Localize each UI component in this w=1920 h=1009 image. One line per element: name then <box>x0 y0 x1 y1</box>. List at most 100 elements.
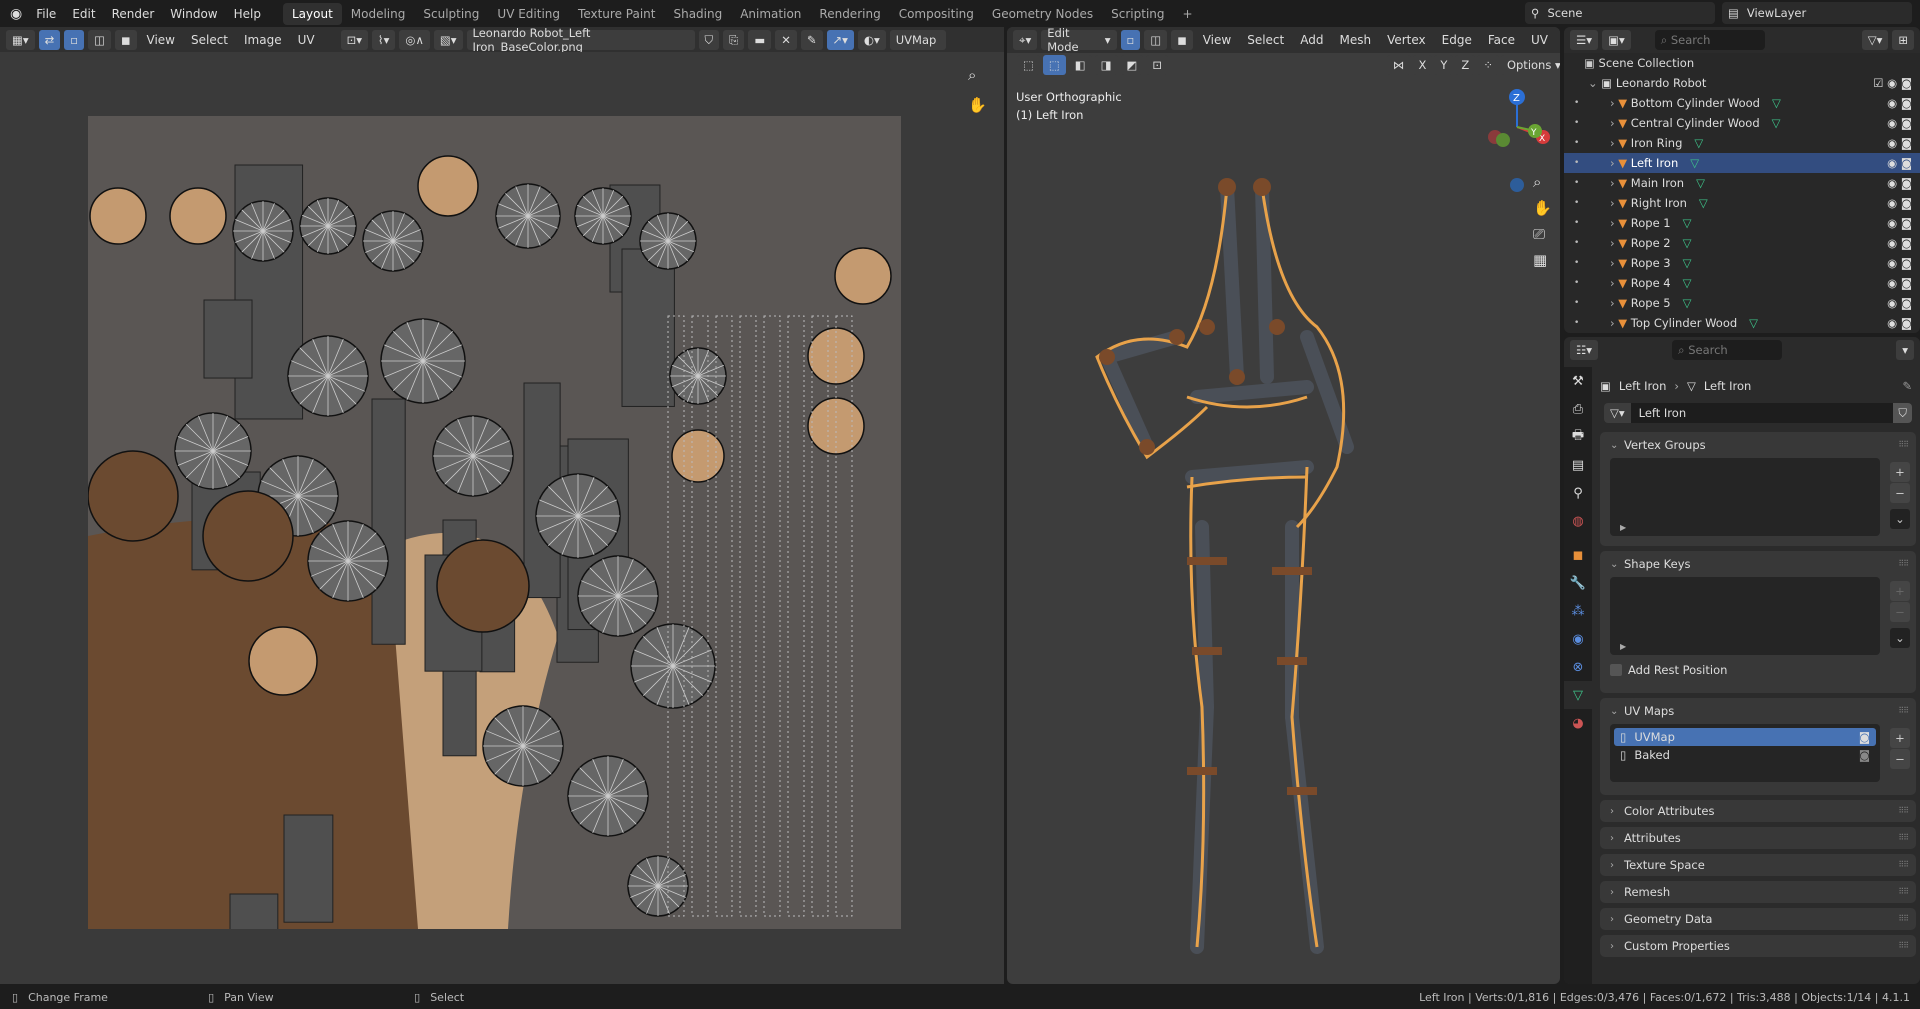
snap-icon[interactable]: ⌇▾ <box>372 30 396 50</box>
outliner-item[interactable]: • › ▼ Rope 4 ▽ ◉ ◙ <box>1564 273 1920 293</box>
visibility-icons[interactable]: ◉ ◙ <box>1887 136 1912 150</box>
outliner-item[interactable]: • › ▼ Left Iron ▽ ◉ ◙ <box>1564 153 1920 173</box>
tab-texture-paint[interactable]: Texture Paint <box>569 3 664 25</box>
tab-rendering[interactable]: Rendering <box>810 3 889 25</box>
uv-map-item[interactable]: ▯ UVMap ◙ <box>1614 728 1876 746</box>
vp-menu-vertex[interactable]: Vertex <box>1381 33 1432 47</box>
tab-sculpting[interactable]: Sculpting <box>414 3 488 25</box>
add-rest-position-checkbox[interactable]: Add Rest Position <box>1600 655 1916 685</box>
tab-shading[interactable]: Shading <box>664 3 731 25</box>
shape-keys-list[interactable]: ▶ <box>1610 577 1880 655</box>
proportional-edit-icon[interactable]: ◎∧ <box>399 30 430 50</box>
expand-icon[interactable]: ▶ <box>1620 523 1626 532</box>
expand-chevron-icon[interactable]: › <box>1610 236 1618 250</box>
visibility-icons[interactable]: ◉ ◙ <box>1887 236 1912 250</box>
add-shape-key-button[interactable]: + <box>1890 581 1910 601</box>
visibility-icons[interactable]: ◉ ◙ <box>1887 316 1912 330</box>
blender-logo-icon[interactable]: ◉ <box>0 6 28 22</box>
vp-menu-edge[interactable]: Edge <box>1436 33 1478 47</box>
menu-help[interactable]: Help <box>226 7 269 21</box>
sync-selection-toggle[interactable]: ⇄ <box>38 30 61 50</box>
select-extend-icon[interactable]: ◧ <box>1068 55 1092 75</box>
auto-merge-icon[interactable]: ⁘ <box>1477 55 1499 75</box>
collapsed-panel[interactable]: › Custom Properties ⠿⠿ <box>1600 935 1916 957</box>
expand-chevron-icon[interactable]: › <box>1610 156 1618 170</box>
uv-canvas[interactable]: ⌕ ✋ <box>0 52 1004 984</box>
pivot-icon[interactable]: ⊡▾ <box>340 30 369 50</box>
outliner-item[interactable]: • › ▼ Rope 1 ▽ ◉ ◙ <box>1564 213 1920 233</box>
vertex-groups-list[interactable]: ▶ <box>1610 458 1880 536</box>
panel-header[interactable]: › Custom Properties <box>1600 935 1916 957</box>
mesh-datablock-field[interactable]: ▽▾ Left Iron ⛉ <box>1604 403 1912 423</box>
shape-keys-header[interactable]: ⌄ Shape Keys <box>1600 551 1916 577</box>
ortho-grid-icon[interactable]: ▦ <box>1533 251 1552 269</box>
display-mode-button[interactable]: ▣▾ <box>1602 30 1631 50</box>
menu-edit[interactable]: Edit <box>64 7 103 21</box>
drag-handle-icon[interactable]: ⠿⠿ <box>1898 941 1909 950</box>
mirror-y[interactable]: Y <box>1434 55 1454 75</box>
shape-key-menu-button[interactable]: ⌄ <box>1890 628 1910 648</box>
collapsed-panel[interactable]: › Remesh ⠿⠿ <box>1600 881 1916 903</box>
drag-handle-icon[interactable]: ⠿⠿ <box>1898 833 1909 842</box>
active-render-icon[interactable]: ◙ <box>1859 730 1870 744</box>
tab-uv-editing[interactable]: UV Editing <box>488 3 569 25</box>
expand-chevron-icon[interactable]: › <box>1610 96 1618 110</box>
editor-type-button[interactable]: ▦▾ <box>6 30 35 50</box>
visibility-icons[interactable]: ◉ ◙ <box>1887 216 1912 230</box>
drag-handle-icon[interactable]: ⠿⠿ <box>1898 887 1909 896</box>
tab-compositing[interactable]: Compositing <box>890 3 983 25</box>
select-tool-icon[interactable]: ⬚ <box>1017 55 1040 75</box>
expand-chevron-icon[interactable]: › <box>1610 256 1618 270</box>
visibility-icons[interactable]: ◉ ◙ <box>1887 276 1912 290</box>
expand-chevron-icon[interactable]: › <box>1610 136 1618 150</box>
outliner-item[interactable]: • › ▼ Right Iron ▽ ◉ ◙ <box>1564 193 1920 213</box>
active-render-icon[interactable]: ◙ <box>1859 748 1870 762</box>
mirror-icon[interactable]: ⋈ <box>1387 55 1411 75</box>
vp-menu-uv[interactable]: UV <box>1525 33 1554 47</box>
outliner-item[interactable]: • › ▼ Iron Ring ▽ ◉ ◙ <box>1564 133 1920 153</box>
outliner-item[interactable]: • › ▼ Rope 2 ▽ ◉ ◙ <box>1564 233 1920 253</box>
drag-handle-icon[interactable]: ⠿⠿ <box>1898 559 1909 568</box>
vertex-groups-header[interactable]: ⌄ Vertex Groups <box>1600 432 1916 458</box>
tab-geometry-nodes[interactable]: Geometry Nodes <box>983 3 1102 25</box>
expand-chevron-icon[interactable]: ⌄ <box>1588 76 1601 90</box>
vp-menu-face[interactable]: Face <box>1482 33 1521 47</box>
vp-menu-view[interactable]: View <box>1197 33 1237 47</box>
expand-chevron-icon[interactable]: › <box>1610 196 1618 210</box>
zoom-view-icon[interactable]: ⌕ <box>968 66 976 84</box>
panel-header[interactable]: › Texture Space <box>1600 854 1916 876</box>
render-tab-icon[interactable]: ⎙ <box>1564 395 1592 423</box>
fake-user-icon[interactable]: ⛉ <box>698 30 720 50</box>
checkbox-icon[interactable] <box>1610 664 1622 676</box>
face-select-mode[interactable]: ◼ <box>114 30 137 50</box>
pan-view-icon[interactable]: ✋ <box>968 96 987 114</box>
edge-select-mode[interactable]: ◫ <box>88 30 111 50</box>
tab-modeling[interactable]: Modeling <box>342 3 415 25</box>
editor-type-button[interactable]: ☷▾ <box>1570 340 1599 360</box>
tool-tab-icon[interactable]: ⚒ <box>1564 367 1592 395</box>
outliner-item[interactable]: • › ▼ Central Cylinder Wood ▽ ◉ ◙ <box>1564 113 1920 133</box>
add-workspace-button[interactable]: + <box>1174 3 1202 25</box>
scene-collection-row[interactable]: ▣ Scene Collection <box>1564 53 1920 73</box>
editor-type-button[interactable]: ☰▾ <box>1570 30 1599 50</box>
vertex-group-menu-button[interactable]: ⌄ <box>1890 509 1910 529</box>
collection-row[interactable]: ⌄ ▣ Leonardo Robot ☑ ◉ ◙ <box>1564 73 1920 93</box>
uv-maps-header[interactable]: ⌄ UV Maps <box>1600 698 1916 724</box>
add-uv-map-button[interactable]: + <box>1890 728 1910 748</box>
drag-handle-icon[interactable]: ⠿⠿ <box>1898 914 1909 923</box>
new-image-icon[interactable]: ⎘ <box>723 30 745 50</box>
tab-scripting[interactable]: Scripting <box>1102 3 1173 25</box>
new-collection-icon[interactable]: ⊞ <box>1892 30 1914 50</box>
outliner-item[interactable]: • › ▼ Top Cylinder Wood ▽ ◉ ◙ <box>1564 313 1920 333</box>
drag-handle-icon[interactable]: ⠿⠿ <box>1898 860 1909 869</box>
vertex-select-mode[interactable]: ▫ <box>1120 30 1141 50</box>
edge-select-mode[interactable]: ◫ <box>1144 30 1168 50</box>
menu-render[interactable]: Render <box>104 7 163 21</box>
unlink-image-icon[interactable]: ✕ <box>775 30 797 50</box>
expand-chevron-icon[interactable]: › <box>1610 316 1618 330</box>
vp-menu-mesh[interactable]: Mesh <box>1333 33 1377 47</box>
vp-menu-add[interactable]: Add <box>1294 33 1329 47</box>
mirror-x[interactable]: X <box>1412 55 1433 75</box>
visibility-icons[interactable]: ◉ ◙ <box>1887 176 1912 190</box>
3d-viewport[interactable]: ⌖▾ Edit Mode ▾ ▫ ◫ ◼ View Select Add Mes… <box>1007 27 1560 984</box>
